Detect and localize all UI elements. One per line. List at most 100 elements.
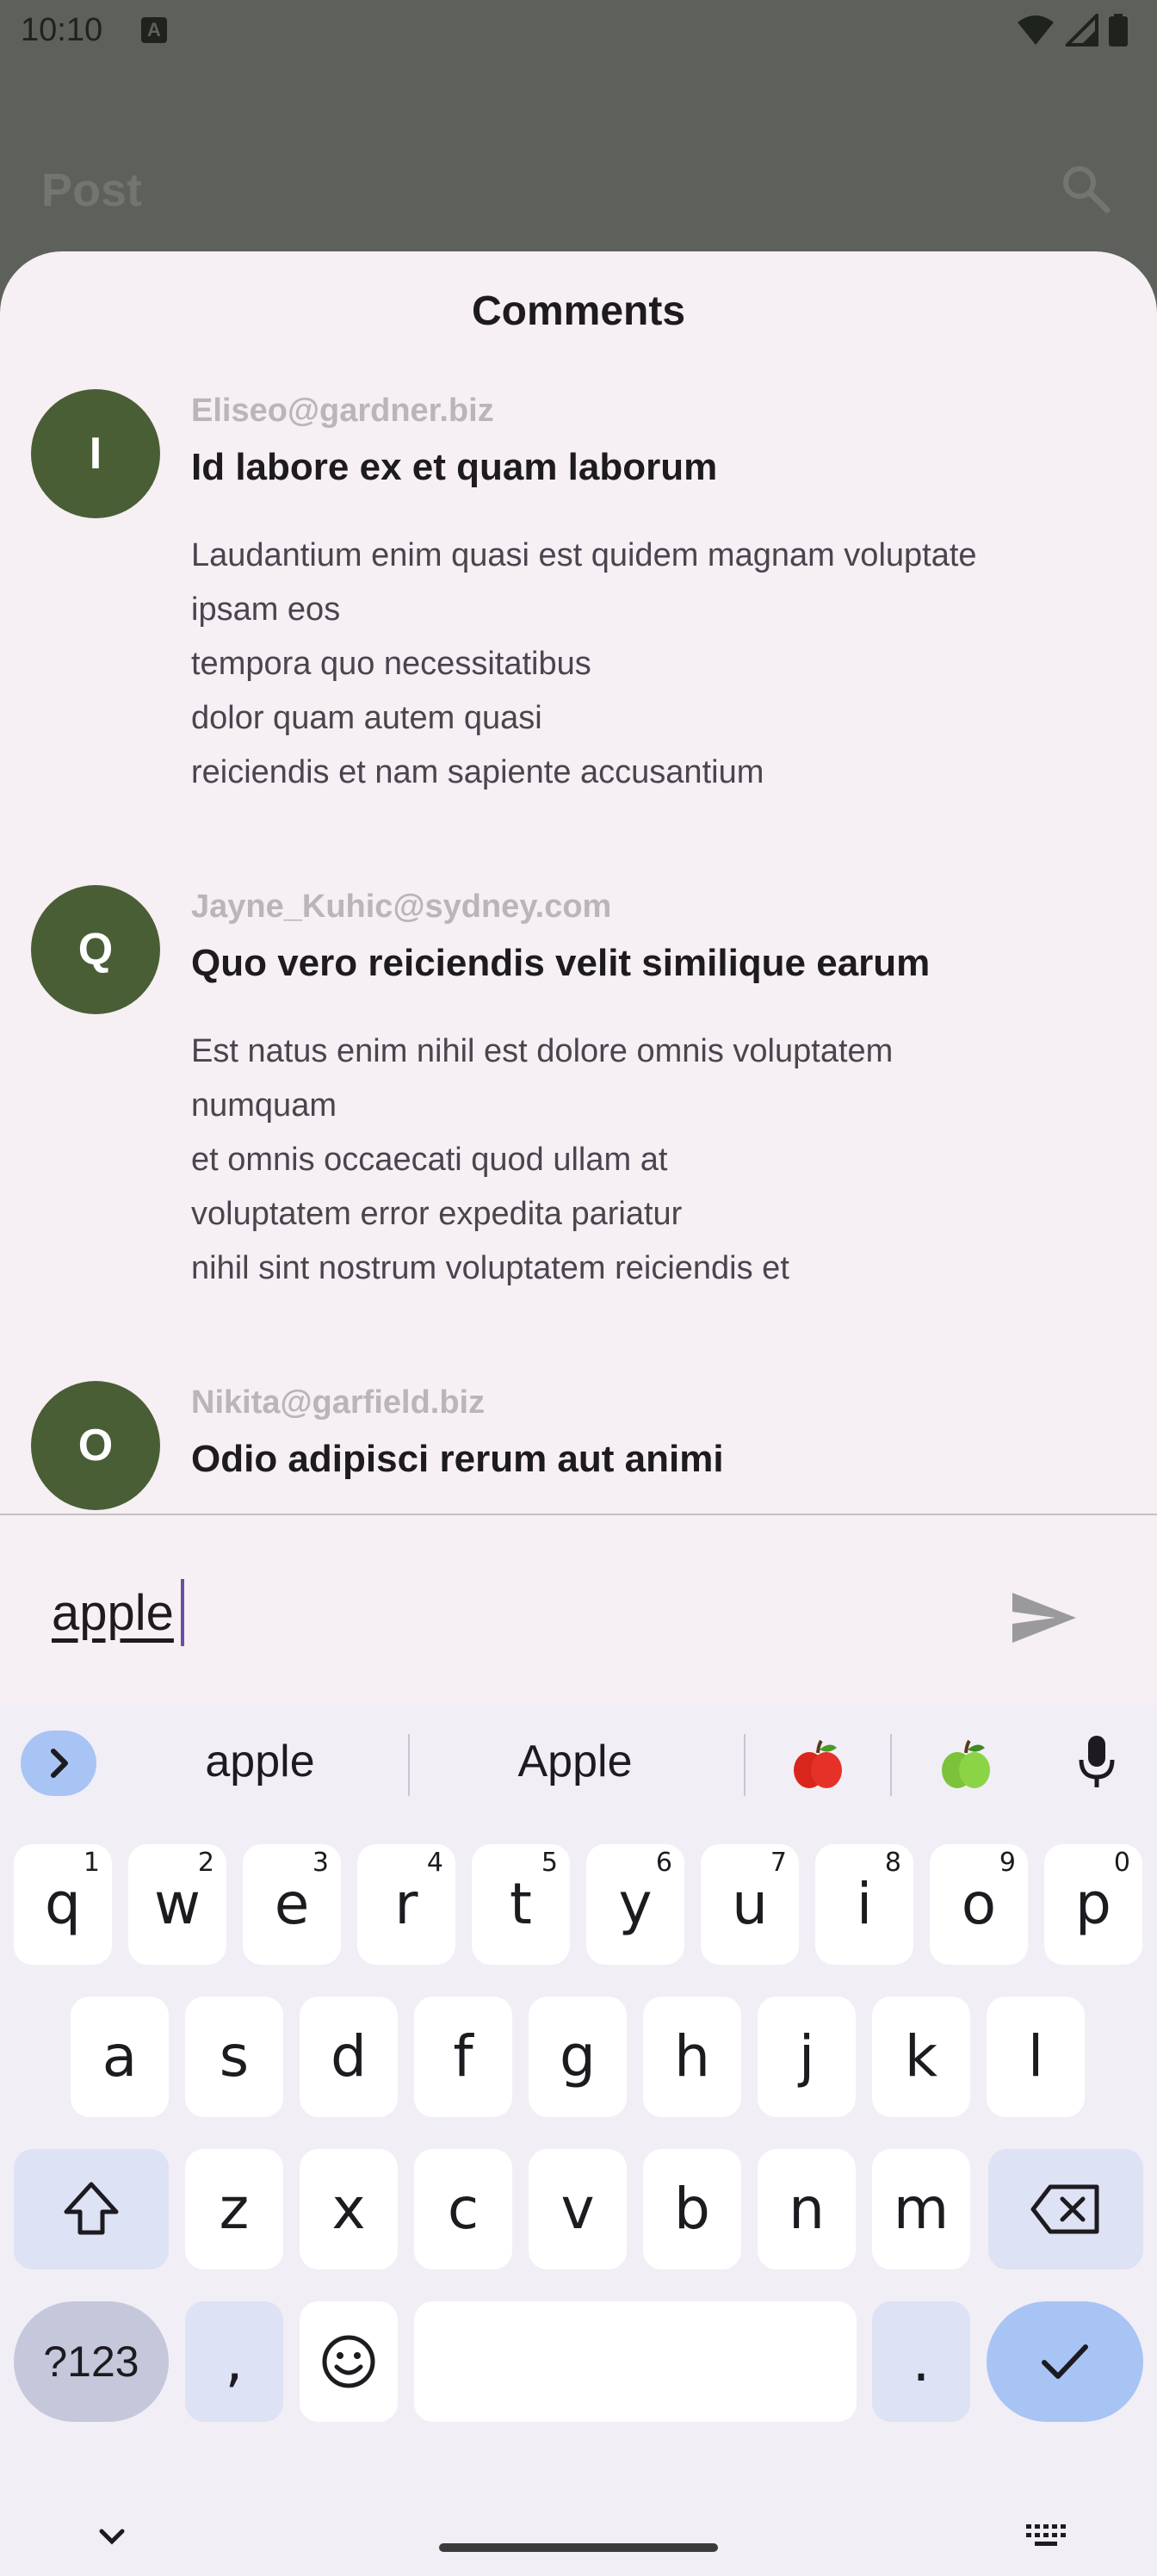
- key-y[interactable]: y6: [586, 1844, 684, 1965]
- red-apple-emoji[interactable]: [790, 1737, 845, 1793]
- suggestion-divider: [744, 1734, 746, 1796]
- status-time: 10:10: [21, 12, 103, 48]
- key-label: t: [510, 1871, 532, 1937]
- app-bar: Post: [0, 155, 1157, 224]
- emoji-key[interactable]: [300, 2301, 398, 2422]
- key-label: i: [856, 1871, 873, 1937]
- key-hint: 6: [655, 1848, 672, 1878]
- key-c[interactable]: c: [414, 2149, 512, 2269]
- comma-key[interactable]: ,: [185, 2301, 283, 2422]
- key-r[interactable]: r4: [357, 1844, 455, 1965]
- shift-icon: [64, 2182, 119, 2235]
- key-z[interactable]: z: [185, 2149, 283, 2269]
- backspace-icon: [1030, 2184, 1099, 2234]
- suggestion-strip: apple Apple: [0, 1703, 1157, 1806]
- chevron-down-icon[interactable]: [95, 2524, 129, 2550]
- page-title: Post: [41, 164, 143, 216]
- send-icon[interactable]: [1007, 1588, 1080, 1648]
- text-caret: [181, 1579, 184, 1646]
- key-hint: 1: [83, 1848, 100, 1878]
- status-bar: 10:10 A: [0, 0, 1157, 62]
- sheet-title: Comments: [471, 288, 686, 334]
- battery-icon: [1109, 14, 1128, 46]
- comment-body: Laudantium enim quasi est quidem magnam …: [191, 537, 977, 790]
- suggestion-1[interactable]: apple: [148, 1736, 372, 1787]
- enter-key[interactable]: [987, 2301, 1143, 2422]
- a-box-icon: A: [141, 17, 167, 43]
- key-b[interactable]: b: [643, 2149, 741, 2269]
- comment-title: Quo vero reiciendis velit similique earu…: [191, 942, 931, 984]
- comment-body: Est natus enim nihil est dolore omnis vo…: [191, 1033, 894, 1286]
- key-w[interactable]: w2: [128, 1844, 226, 1965]
- chevron-right-icon: [51, 1749, 68, 1778]
- suggestion-divider: [890, 1734, 892, 1796]
- symbols-key[interactable]: ?123: [14, 2301, 169, 2422]
- key-hint: 0: [1113, 1848, 1130, 1878]
- key-u[interactable]: u7: [701, 1844, 799, 1965]
- suggestion-divider: [408, 1734, 410, 1796]
- key-d[interactable]: d: [300, 1997, 398, 2117]
- key-s[interactable]: s: [185, 1997, 283, 2117]
- comment-title: Id labore ex et quam laborum: [191, 446, 718, 488]
- emoji-icon: [322, 2335, 375, 2388]
- comments-sheet: Comments I Eliseo@gardner.biz Id labore …: [0, 251, 1157, 1703]
- comment-email: Nikita@garfield.biz: [191, 1384, 486, 1421]
- key-x[interactable]: x: [300, 2149, 398, 2269]
- expand-toolbar-button[interactable]: [21, 1731, 96, 1796]
- comment-email: Jayne_Kuhic@sydney.com: [191, 889, 612, 925]
- key-label: y: [618, 1871, 653, 1937]
- key-hint: 4: [426, 1848, 443, 1878]
- key-label: e: [274, 1871, 310, 1937]
- avatar: I: [31, 389, 160, 518]
- key-hint: 8: [884, 1848, 901, 1878]
- key-label: q: [45, 1871, 81, 1937]
- key-h[interactable]: h: [643, 1997, 741, 2117]
- key-v[interactable]: v: [529, 2149, 627, 2269]
- shift-key[interactable]: [14, 2149, 169, 2269]
- period-key[interactable]: .: [872, 2301, 970, 2422]
- key-p[interactable]: p0: [1044, 1844, 1142, 1965]
- keyboard-switch-icon[interactable]: [1024, 2523, 1073, 2552]
- key-label: r: [394, 1871, 418, 1937]
- key-m[interactable]: m: [872, 2149, 970, 2269]
- comment-input-area: apple: [0, 1515, 1157, 1703]
- avatar: O: [31, 1381, 160, 1510]
- key-label: u: [732, 1871, 768, 1937]
- key-hint: 5: [541, 1848, 558, 1878]
- avatar: Q: [31, 885, 160, 1014]
- key-k[interactable]: k: [872, 1997, 970, 2117]
- key-g[interactable]: g: [529, 1997, 627, 2117]
- key-j[interactable]: j: [758, 1997, 856, 2117]
- key-a[interactable]: a: [71, 1997, 169, 2117]
- key-hint: 9: [999, 1848, 1016, 1878]
- signal-icon: [1066, 14, 1098, 46]
- key-o[interactable]: o9: [930, 1844, 1028, 1965]
- backspace-key[interactable]: [988, 2149, 1143, 2269]
- key-t[interactable]: t5: [472, 1844, 570, 1965]
- key-label: p: [1075, 1871, 1111, 1937]
- check-icon: [1042, 2344, 1088, 2379]
- microphone-icon[interactable]: [1078, 1734, 1116, 1789]
- space-key[interactable]: [414, 2301, 857, 2422]
- key-hint: 7: [770, 1848, 787, 1878]
- key-hint: 2: [197, 1848, 214, 1878]
- wifi-icon: [1018, 15, 1054, 45]
- comment-input[interactable]: apple: [52, 1584, 174, 1642]
- home-indicator[interactable]: [439, 2543, 718, 2552]
- key-q[interactable]: q1: [14, 1844, 112, 1965]
- key-i[interactable]: i8: [815, 1844, 913, 1965]
- soft-keyboard: apple Apple q1 w2 e3 r4 t5 y6 u7 i8 o9 p…: [0, 1703, 1157, 2576]
- comment-title: Odio adipisci rerum aut animi: [191, 1438, 724, 1480]
- suggestion-2[interactable]: Apple: [461, 1736, 689, 1787]
- key-hint: 3: [312, 1848, 329, 1878]
- key-l[interactable]: l: [987, 1997, 1085, 2117]
- key-label: w: [154, 1871, 201, 1937]
- green-apple-emoji[interactable]: [938, 1737, 993, 1793]
- search-icon[interactable]: [1057, 160, 1114, 217]
- key-label: o: [961, 1871, 997, 1937]
- status-icons: [1016, 14, 1128, 46]
- key-f[interactable]: f: [414, 1997, 512, 2117]
- key-n[interactable]: n: [758, 2149, 856, 2269]
- comment-email: Eliseo@gardner.biz: [191, 393, 494, 429]
- key-e[interactable]: e3: [243, 1844, 341, 1965]
